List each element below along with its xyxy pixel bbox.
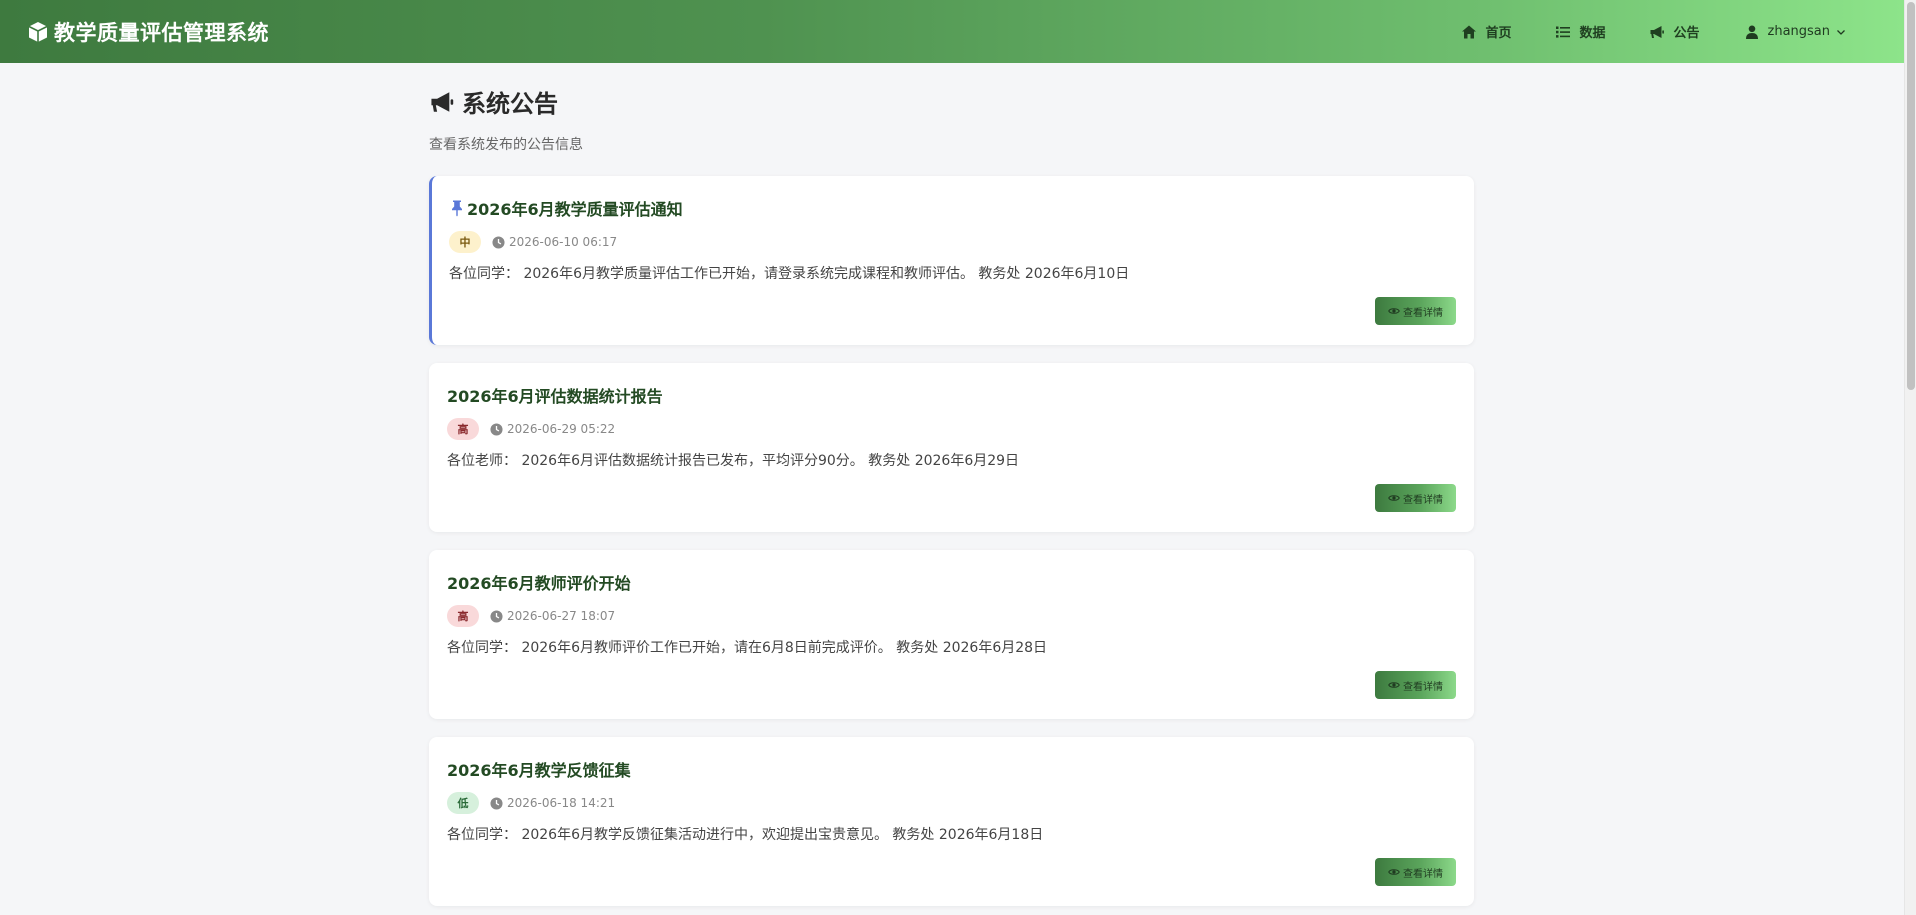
view-detail-button[interactable]: 查看详情 <box>1375 484 1456 512</box>
announcement-meta: 中 2026-06-10 06:17 <box>449 231 617 253</box>
announcement-meta: 高 2026-06-27 18:07 <box>447 605 615 627</box>
announcement-card: 2026年6月教学质量评估通知 中 2026-06-10 06:17 各位同学：… <box>429 176 1474 345</box>
eye-icon <box>1388 866 1400 878</box>
announcement-content: 各位老师： 2026年6月评估数据统计报告已发布，平均评分90分。 教务处 20… <box>447 453 1020 469</box>
announcement-card: 2026年6月评估数据统计报告 高 2026-06-29 05:22 各位老师：… <box>429 363 1474 532</box>
page-subtitle: 查看系统发布的公告信息 <box>429 137 583 153</box>
priority-badge: 高 <box>447 418 479 440</box>
view-detail-label: 查看详情 <box>1403 494 1443 506</box>
publish-time-text: 2026-06-18 14:21 <box>507 796 616 810</box>
list-icon <box>1555 24 1571 40</box>
nav-notice-label: 公告 <box>1673 26 1700 41</box>
megaphone-icon <box>429 89 455 115</box>
user-menu[interactable]: zhangsan <box>1744 0 1847 63</box>
eye-icon <box>1388 679 1400 691</box>
scrollbar-thumb[interactable] <box>1907 2 1915 390</box>
announcement-title-text: 2026年6月教学质量评估通知 <box>467 200 683 219</box>
home-icon <box>1461 24 1477 40</box>
chevron-down-icon <box>1836 27 1846 37</box>
nav-menu: 首页 数据 公告 zhangsan <box>1417 0 1878 63</box>
eye-icon <box>1388 492 1400 504</box>
announcement-title[interactable]: 2026年6月教师评价开始 <box>447 570 631 594</box>
top-navbar: 教学质量评估管理系统 首页 数据 公告 zhangsan <box>0 0 1904 63</box>
announcement-content: 各位同学： 2026年6月教师评价工作已开始，请在6月8日前完成评价。 教务处 … <box>447 640 1048 656</box>
publish-time: 2026-06-10 06:17 <box>492 235 617 249</box>
brand[interactable]: 教学质量评估管理系统 <box>26 17 269 47</box>
announcement-title-text: 2026年6月教学反馈征集 <box>447 761 631 780</box>
clock-icon <box>490 609 503 623</box>
announcement-content: 各位同学： 2026年6月教学反馈征集活动进行中，欢迎提出宝贵意见。 教务处 2… <box>447 827 1044 843</box>
pin-icon <box>449 199 465 217</box>
publish-time: 2026-06-29 05:22 <box>490 422 615 436</box>
announcement-title-text: 2026年6月评估数据统计报告 <box>447 387 663 406</box>
nav-notice[interactable]: 公告 <box>1649 0 1700 63</box>
view-detail-button[interactable]: 查看详情 <box>1375 671 1456 699</box>
view-detail-label: 查看详情 <box>1403 868 1443 880</box>
announcement-meta: 低 2026-06-18 14:21 <box>447 792 615 814</box>
view-detail-label: 查看详情 <box>1403 307 1443 319</box>
view-detail-label: 查看详情 <box>1403 681 1443 693</box>
view-detail-button[interactable]: 查看详情 <box>1375 858 1456 886</box>
announcement-card: 2026年6月教学反馈征集 低 2026-06-18 14:21 各位同学： 2… <box>429 737 1474 906</box>
announcement-card: 2026年6月教师评价开始 高 2026-06-27 18:07 各位同学： 2… <box>429 550 1474 719</box>
announcement-content: 各位同学： 2026年6月教学质量评估工作已开始，请登录系统完成课程和教师评估。… <box>449 266 1130 282</box>
publish-time-text: 2026-06-10 06:17 <box>509 235 618 249</box>
clock-icon <box>490 422 503 436</box>
nav-home-label: 首页 <box>1485 26 1512 41</box>
page-title: 系统公告 <box>462 90 558 118</box>
publish-time-text: 2026-06-27 18:07 <box>507 609 616 623</box>
announcement-title[interactable]: 2026年6月评估数据统计报告 <box>447 383 663 407</box>
username: zhangsan <box>1767 24 1831 39</box>
priority-badge: 低 <box>447 792 479 814</box>
app-title: 教学质量评估管理系统 <box>54 20 269 45</box>
publish-time: 2026-06-18 14:21 <box>490 796 615 810</box>
nav-home[interactable]: 首页 <box>1461 0 1511 63</box>
page-header: 系统公告 <box>429 84 1474 119</box>
priority-badge: 中 <box>449 231 481 253</box>
user-icon <box>1744 24 1760 40</box>
nav-data-label: 数据 <box>1579 26 1606 41</box>
announcement-title-text: 2026年6月教师评价开始 <box>447 574 631 593</box>
view-detail-button[interactable]: 查看详情 <box>1375 297 1456 325</box>
nav-data[interactable]: 数据 <box>1555 0 1605 63</box>
main-content: 系统公告 查看系统发布的公告信息 <box>429 63 1474 154</box>
announcement-meta: 高 2026-06-29 05:22 <box>447 418 615 440</box>
announcement-list: 2026年6月教学质量评估通知 中 2026-06-10 06:17 各位同学：… <box>429 176 1474 915</box>
clock-icon <box>492 235 505 249</box>
announcement-title[interactable]: 2026年6月教学反馈征集 <box>447 757 631 781</box>
vertical-scrollbar[interactable] <box>1904 0 1916 915</box>
priority-badge: 高 <box>447 605 479 627</box>
publish-time: 2026-06-27 18:07 <box>490 609 615 623</box>
announcement-title[interactable]: 2026年6月教学质量评估通知 <box>449 196 683 220</box>
megaphone-icon <box>1649 24 1665 40</box>
clock-icon <box>490 796 503 810</box>
eye-icon <box>1388 305 1400 317</box>
publish-time-text: 2026-06-29 05:22 <box>507 422 616 436</box>
cube-icon <box>26 20 50 44</box>
